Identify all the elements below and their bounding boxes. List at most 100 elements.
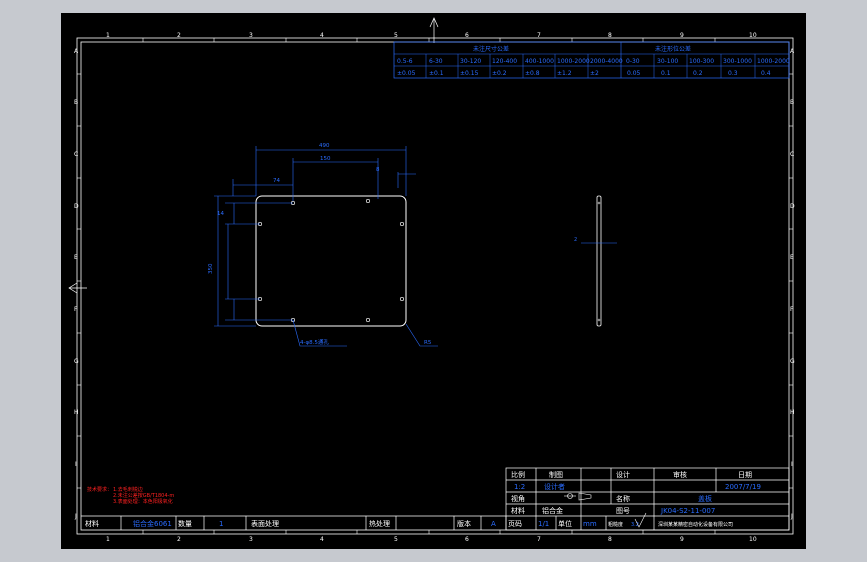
col-label-top-7: 7 bbox=[537, 32, 541, 39]
mounting-holes bbox=[257, 198, 405, 323]
dim-left-offset: 74 bbox=[273, 178, 280, 184]
col-label-bottom-3: 3 bbox=[249, 536, 253, 543]
tolerance-table: 未注尺寸公差 未注形位公差 0.5-6 6-30 30-120 120-400 … bbox=[393, 41, 790, 79]
tb-date-value: 2007/7/19 bbox=[725, 483, 761, 491]
tol-h-r1: 30-100 bbox=[657, 58, 678, 65]
row-label-left-D: D bbox=[74, 203, 79, 210]
col-label-top-1: 1 bbox=[106, 32, 110, 39]
row-label-left-E: E bbox=[74, 254, 78, 261]
notes-line-2: 2.未注公差按GB/T1804-m bbox=[113, 492, 174, 499]
col-label-bottom-2: 2 bbox=[177, 536, 181, 543]
tol-v-l1: ±0.1 bbox=[429, 70, 444, 77]
row-label-right-I: I bbox=[791, 461, 793, 468]
tb-draw-label: 制图 bbox=[549, 470, 563, 479]
row-label-right-D: D bbox=[790, 203, 795, 210]
tol-h-r3: 300-1000 bbox=[723, 58, 752, 65]
col-label-top-2: 2 bbox=[177, 32, 181, 39]
projection-symbol bbox=[564, 492, 592, 501]
col-label-top-10: 10 bbox=[749, 32, 757, 39]
col-label-bottom-1: 1 bbox=[106, 536, 110, 543]
tb-material-short: 铝合金 bbox=[542, 506, 563, 515]
inner-frame bbox=[80, 41, 790, 531]
tb-company: 深圳某某精密自动化设备有限公司 bbox=[658, 521, 733, 528]
tol-v-r1: 0.1 bbox=[661, 70, 671, 77]
row-label-right-F: F bbox=[790, 306, 794, 313]
side-hole-bottom bbox=[597, 318, 601, 322]
col-label-top-6: 6 bbox=[465, 32, 469, 39]
tb-drawer: 设计者 bbox=[544, 482, 565, 491]
tol-h-l4: 400-1000 bbox=[525, 58, 554, 65]
tb-version-label: 版本 bbox=[457, 519, 471, 528]
tb-qty-value: 1 bbox=[219, 520, 223, 528]
tb-roughness-label: 粗糙度 bbox=[608, 521, 623, 528]
tb-material-short-label: 材料 bbox=[511, 506, 525, 515]
tb-name-value: 盖板 bbox=[698, 494, 712, 503]
row-label-left-B: B bbox=[74, 99, 78, 106]
dimensions bbox=[214, 146, 438, 347]
col-label-bottom-7: 7 bbox=[537, 536, 541, 543]
tb-unit-label: 单位 bbox=[558, 519, 572, 528]
row-label-left-A: A bbox=[74, 48, 79, 55]
col-label-top-9: 9 bbox=[680, 32, 684, 39]
plate-side-view[interactable]: 2 bbox=[574, 195, 617, 327]
col-label-bottom-6: 6 bbox=[465, 536, 469, 543]
tb-sheet-value: 1/1 bbox=[538, 520, 549, 528]
row-label-right-G: G bbox=[790, 358, 795, 365]
orientation-arrow-left bbox=[68, 282, 87, 294]
tol-v-r3: 0.3 bbox=[728, 70, 738, 77]
tolerance-title-left: 未注尺寸公差 bbox=[473, 45, 509, 53]
tb-check-label: 审核 bbox=[673, 470, 687, 479]
row-label-right-C: C bbox=[790, 151, 794, 158]
col-label-top-3: 3 bbox=[249, 32, 253, 39]
col-label-bottom-9: 9 bbox=[680, 536, 684, 543]
tb-name-label: 名称 bbox=[616, 494, 630, 503]
notes-line-1: 1.去毛刺锐边 bbox=[113, 486, 143, 493]
drawing-viewport[interactable]: 1 2 3 4 5 6 7 8 9 10 1 2 3 4 5 6 7 8 9 1… bbox=[61, 13, 806, 549]
tol-h-r0: 0-30 bbox=[626, 58, 640, 65]
tolerance-title-right: 未注形位公差 bbox=[655, 45, 691, 53]
hole-8 bbox=[365, 317, 371, 323]
tol-h-r2: 100-300 bbox=[689, 58, 714, 65]
dim-side-small: 14 bbox=[217, 211, 224, 217]
hole-note: 4-φ8.5通孔 bbox=[300, 338, 329, 346]
col-label-top-4: 4 bbox=[320, 32, 324, 39]
dim-right-offset: 8 bbox=[376, 167, 380, 173]
technical-notes: 技术要求： 1.去毛刺锐边 2.未注公差按GB/T1804-m 3.表面处理：本… bbox=[87, 486, 174, 505]
column-markers bbox=[142, 38, 716, 534]
row-markers bbox=[77, 73, 793, 489]
row-label-right-B: B bbox=[790, 99, 794, 106]
hole-2 bbox=[365, 198, 371, 204]
side-dim-note: 2 bbox=[574, 237, 577, 243]
tb-date-label: 日期 bbox=[738, 471, 752, 479]
col-label-bottom-8: 8 bbox=[608, 536, 612, 543]
tb-design-label: 设计 bbox=[616, 470, 630, 479]
side-hole-top bbox=[597, 201, 601, 205]
hole-6 bbox=[399, 296, 405, 302]
tol-v-l5: ±1.2 bbox=[557, 70, 572, 77]
tb-unit-value: mm bbox=[583, 520, 597, 528]
tol-v-l0: ±0.05 bbox=[397, 70, 416, 77]
dim-inner-width: 150 bbox=[320, 156, 331, 162]
tol-v-r2: 0.2 bbox=[693, 70, 703, 77]
tol-h-r4: 1000-2000 bbox=[757, 58, 790, 65]
row-label-left-I: I bbox=[75, 461, 77, 468]
col-label-bottom-10: 10 bbox=[749, 536, 757, 543]
row-label-left-J: J bbox=[74, 513, 77, 520]
notes-title: 技术要求： bbox=[87, 486, 112, 493]
plate-front-view[interactable] bbox=[255, 195, 407, 327]
dim-overall-width: 490 bbox=[319, 143, 330, 149]
col-label-bottom-5: 5 bbox=[394, 536, 398, 543]
tb-material-label: 材料 bbox=[85, 519, 99, 528]
col-label-bottom-4: 4 bbox=[320, 536, 324, 543]
tol-h-l1: 6-30 bbox=[429, 58, 443, 65]
plate-outline bbox=[255, 195, 407, 327]
tb-sheet-label: 页码 bbox=[508, 520, 522, 528]
tol-h-l5: 1000-2000 bbox=[557, 58, 590, 65]
hole-4 bbox=[399, 221, 405, 227]
row-label-right-J: J bbox=[790, 513, 793, 520]
row-label-left-G: G bbox=[74, 358, 79, 365]
tb-mark-label: 视角 bbox=[511, 494, 525, 503]
tb-material-value: 铝合金6061 bbox=[133, 519, 172, 528]
tol-v-r4: 0.4 bbox=[761, 70, 771, 77]
row-label-left-C: C bbox=[74, 151, 78, 158]
